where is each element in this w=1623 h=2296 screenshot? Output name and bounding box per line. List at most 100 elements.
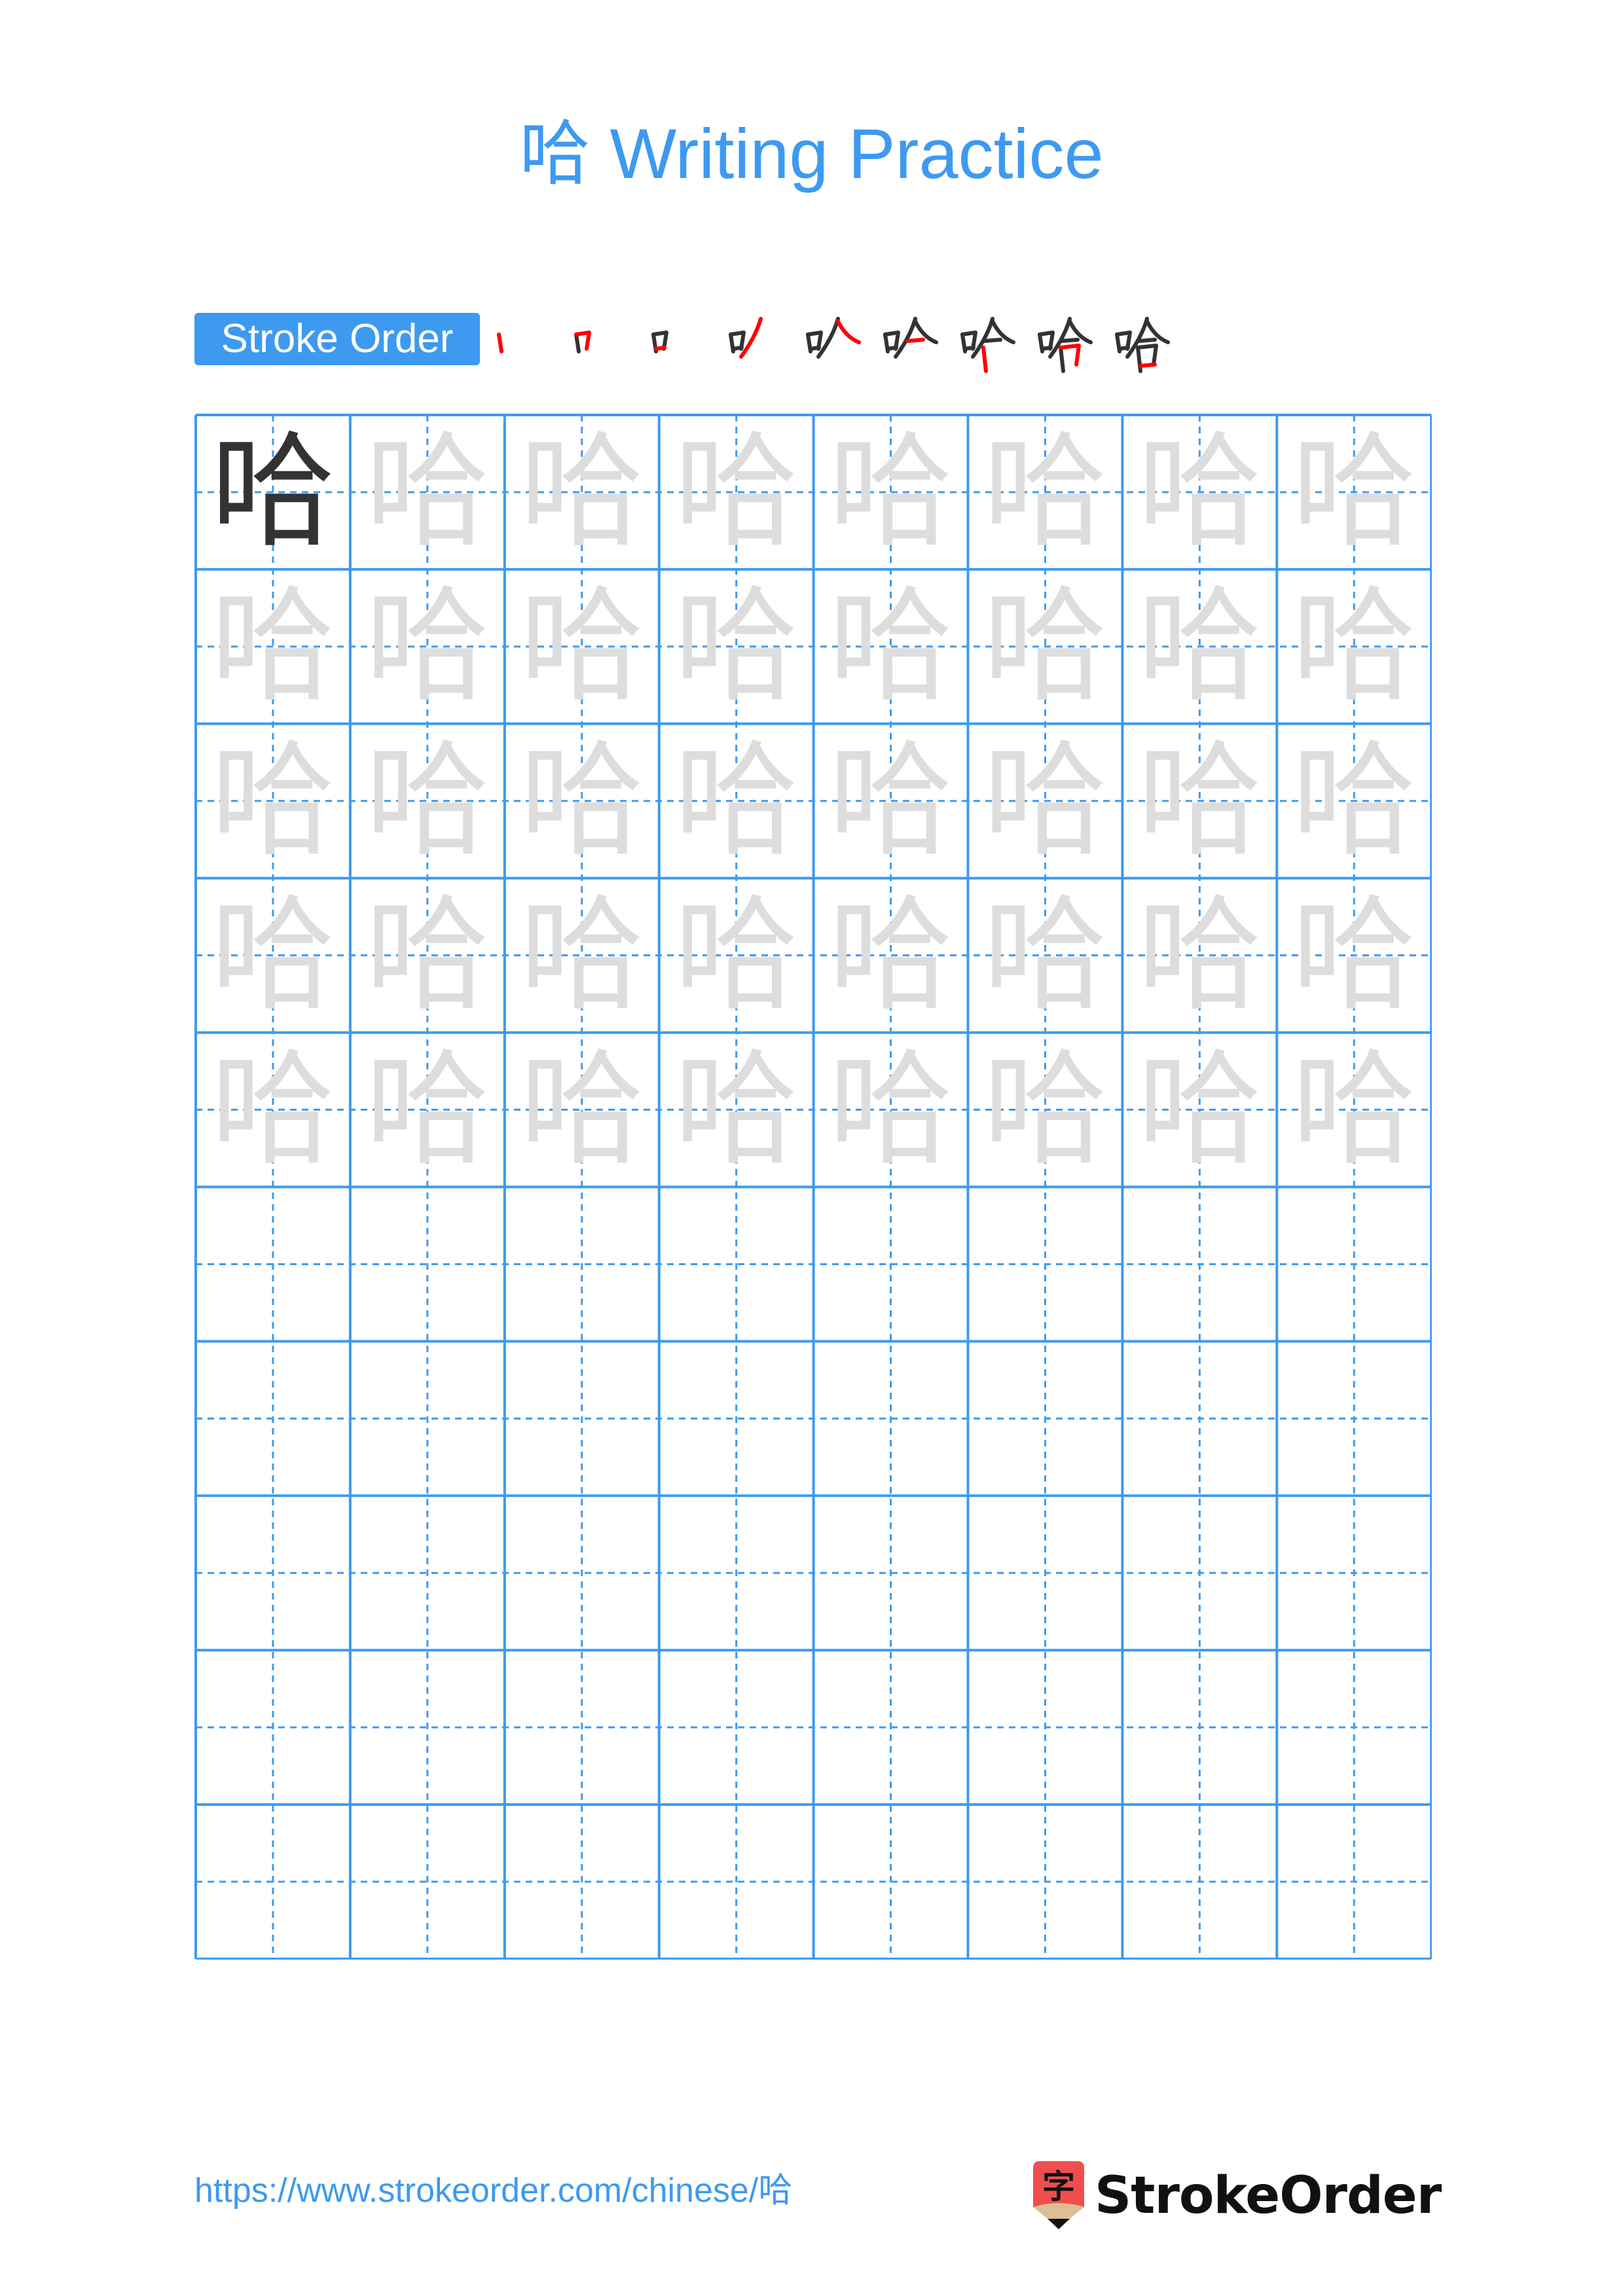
previous-stroke xyxy=(1118,346,1130,351)
trace-character: 哈 xyxy=(828,882,953,1028)
blank-practice-cell[interactable] xyxy=(659,1650,814,1804)
trace-character: 哈 xyxy=(1137,573,1262,719)
blank-practice-cell[interactable] xyxy=(350,1650,505,1804)
blank-practice-cell[interactable] xyxy=(505,1341,659,1496)
blank-practice-cell[interactable] xyxy=(1277,1187,1431,1342)
pencil-logo-icon: 字 xyxy=(1029,2160,1088,2232)
blank-practice-cell[interactable] xyxy=(814,1496,968,1650)
blank-practice-cell[interactable] xyxy=(659,1804,814,1959)
svg-text:字: 字 xyxy=(1042,2168,1075,2206)
previous-stroke xyxy=(731,346,744,351)
trace-character: 哈 xyxy=(983,420,1108,564)
blank-practice-cell[interactable] xyxy=(968,1187,1123,1342)
stroke-step-2 xyxy=(567,311,644,376)
stroke-step-1 xyxy=(490,311,567,376)
trace-character: 哈 xyxy=(519,420,644,564)
trace-character: 哈 xyxy=(674,420,799,564)
trace-character: 哈 xyxy=(365,882,490,1028)
blank-practice-cell[interactable] xyxy=(814,1650,968,1804)
current-stroke xyxy=(497,332,503,353)
blank-practice-cell[interactable] xyxy=(1277,1804,1431,1959)
trace-character: 哈 xyxy=(1292,573,1417,719)
previous-stroke xyxy=(1059,346,1065,373)
trace-character: 哈 xyxy=(1137,882,1262,1028)
trace-character: 哈 xyxy=(983,573,1108,719)
blank-practice-cell[interactable] xyxy=(968,1341,1123,1496)
blank-practice-cell[interactable] xyxy=(196,1187,350,1342)
trace-character: 哈 xyxy=(1137,728,1262,873)
trace-character: 哈 xyxy=(210,573,335,719)
blank-practice-cell[interactable] xyxy=(505,1496,659,1650)
blank-practice-cell[interactable] xyxy=(505,1650,659,1804)
trace-character: 哈 xyxy=(828,573,953,719)
stroke-step-7 xyxy=(953,311,1030,376)
trace-character: 哈 xyxy=(828,420,953,564)
blank-practice-cell[interactable] xyxy=(1122,1496,1277,1650)
stroke-step-3 xyxy=(644,311,721,376)
blank-practice-cell[interactable] xyxy=(196,1804,350,1959)
blank-practice-cell[interactable] xyxy=(1122,1650,1277,1804)
trace-character: 哈 xyxy=(365,573,490,719)
blank-practice-cell[interactable] xyxy=(1277,1650,1431,1804)
blank-practice-cell[interactable] xyxy=(196,1650,350,1804)
previous-stroke xyxy=(983,338,1002,343)
current-stroke xyxy=(836,319,861,344)
current-stroke xyxy=(905,338,925,343)
blank-practice-cell[interactable] xyxy=(350,1496,505,1650)
trace-character: 哈 xyxy=(674,573,799,719)
blank-practice-cell[interactable] xyxy=(968,1650,1123,1804)
blank-practice-cell[interactable] xyxy=(505,1187,659,1342)
trace-character: 哈 xyxy=(983,1037,1108,1182)
blank-practice-cell[interactable] xyxy=(196,1496,350,1650)
blank-practice-cell[interactable] xyxy=(196,1341,350,1496)
stroke-step-9 xyxy=(1108,311,1185,376)
blank-practice-cell[interactable] xyxy=(350,1187,505,1342)
stroke-step-4 xyxy=(721,311,799,376)
trace-character: 哈 xyxy=(1292,1037,1417,1182)
stroke-step-8 xyxy=(1030,311,1108,376)
blank-practice-cell[interactable] xyxy=(814,1341,968,1496)
blank-practice-cell[interactable] xyxy=(1122,1341,1277,1496)
trace-character: 哈 xyxy=(210,728,335,873)
blank-practice-cell[interactable] xyxy=(350,1341,505,1496)
page-title: 哈 Writing Practice xyxy=(519,114,1104,193)
brand-name: StrokeOrder xyxy=(1095,2166,1442,2225)
practice-grid: 哈哈哈哈哈哈哈哈哈哈哈哈哈哈哈哈哈哈哈哈哈哈哈哈哈哈哈哈哈哈哈哈哈哈哈哈哈哈哈哈 xyxy=(194,414,1432,1960)
previous-stroke xyxy=(809,346,821,351)
trace-character: 哈 xyxy=(365,728,490,873)
previous-stroke xyxy=(1060,338,1080,343)
previous-stroke xyxy=(963,346,976,351)
trace-character: 哈 xyxy=(1292,420,1417,564)
blank-practice-cell[interactable] xyxy=(814,1187,968,1342)
previous-stroke xyxy=(574,332,581,353)
blank-practice-cell[interactable] xyxy=(968,1496,1123,1650)
trace-character: 哈 xyxy=(1137,1037,1262,1182)
brand-logo[interactable]: 字 StrokeOrder xyxy=(1029,2160,1442,2232)
blank-practice-cell[interactable] xyxy=(1277,1341,1431,1496)
blank-practice-cell[interactable] xyxy=(659,1187,814,1342)
blank-practice-cell[interactable] xyxy=(1122,1804,1277,1959)
blank-practice-cell[interactable] xyxy=(1122,1187,1277,1342)
blank-practice-cell[interactable] xyxy=(659,1341,814,1496)
trace-character: 哈 xyxy=(983,728,1108,873)
trace-character: 哈 xyxy=(1292,728,1417,873)
trace-character: 哈 xyxy=(1137,420,1262,564)
blank-practice-cell[interactable] xyxy=(350,1804,505,1959)
stroke-order-badge: Stroke Order xyxy=(194,313,480,365)
trace-character: 哈 xyxy=(519,882,644,1028)
trace-character: 哈 xyxy=(365,420,490,564)
stroke-step-6 xyxy=(876,311,953,376)
blank-practice-cell[interactable] xyxy=(968,1804,1123,1959)
model-character: 哈 xyxy=(210,420,335,564)
trace-character: 哈 xyxy=(674,882,799,1028)
current-stroke xyxy=(981,346,988,373)
blank-practice-cell[interactable] xyxy=(659,1496,814,1650)
trace-character: 哈 xyxy=(828,728,953,873)
blank-practice-cell[interactable] xyxy=(1277,1496,1431,1650)
blank-practice-cell[interactable] xyxy=(505,1804,659,1959)
footer-url-link[interactable]: https://www.strokeorder.com/chinese/哈 xyxy=(194,2168,792,2214)
trace-character: 哈 xyxy=(1292,882,1417,1028)
blank-practice-cell[interactable] xyxy=(814,1804,968,1959)
current-stroke xyxy=(654,346,666,351)
stroke-step-5 xyxy=(799,311,876,376)
